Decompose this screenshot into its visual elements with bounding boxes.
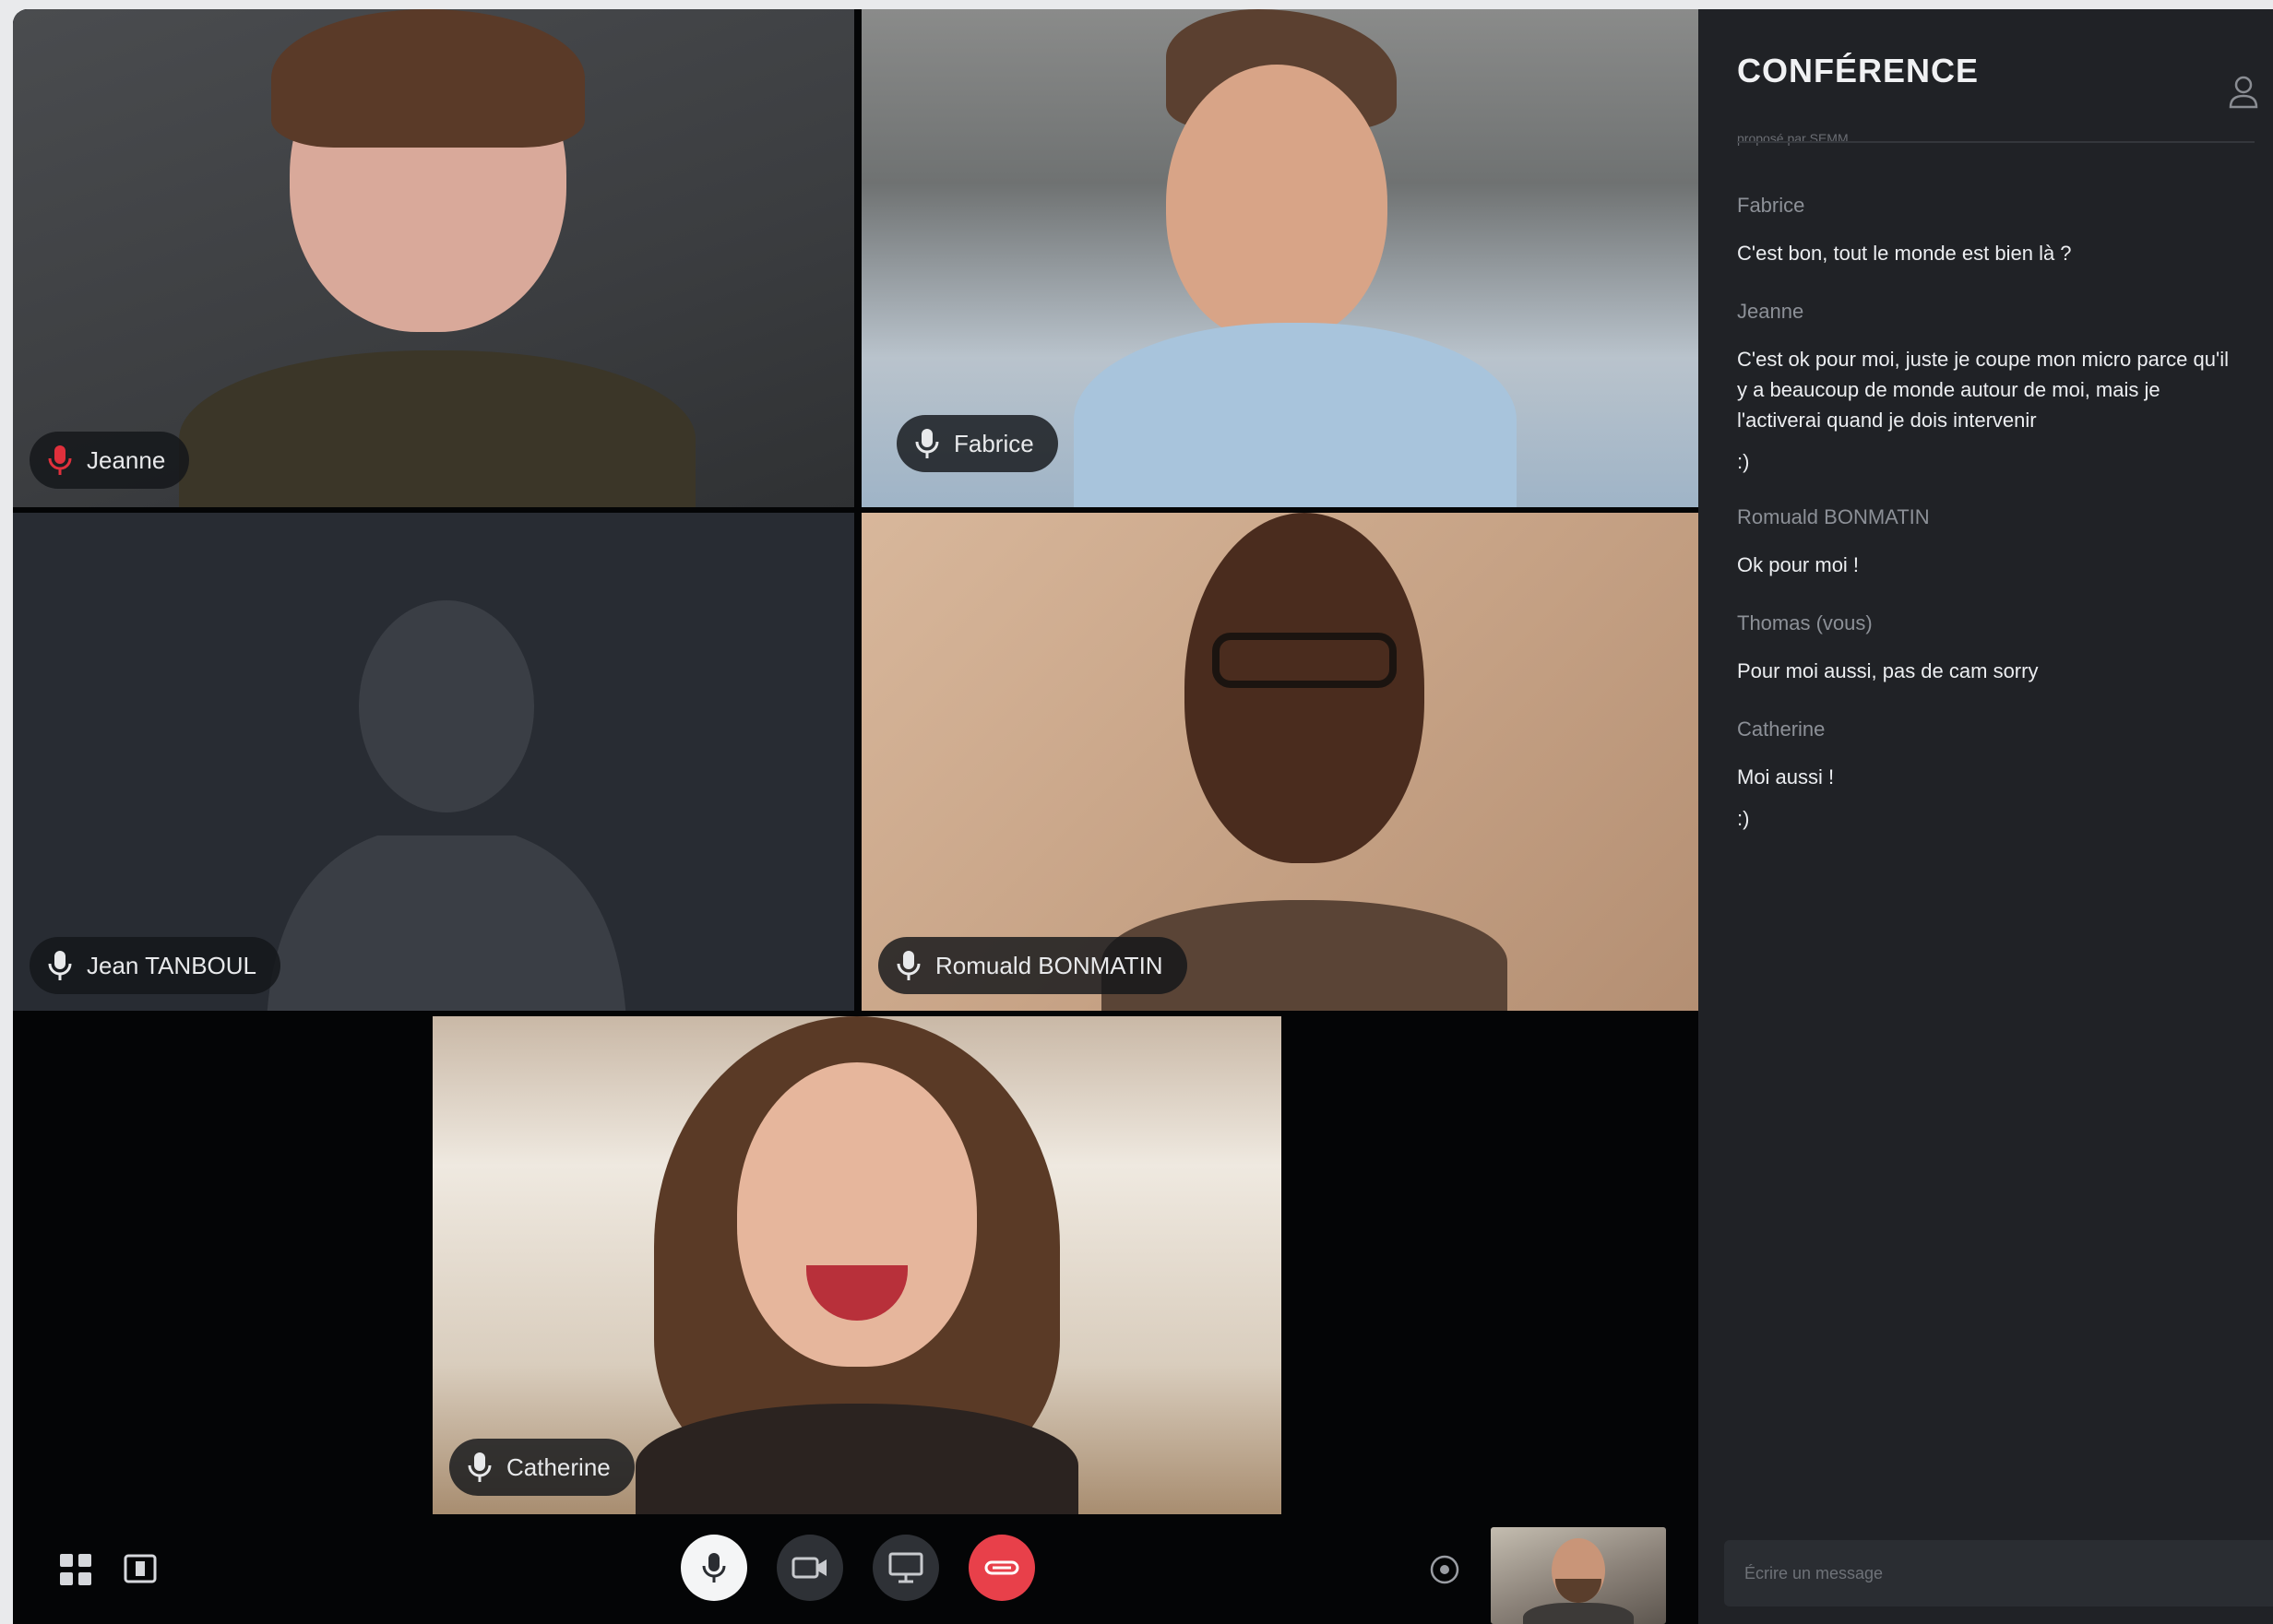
video-stage: Jeanne Fabrice Jean TANBOUL Romuald BONM… <box>13 9 1698 1624</box>
chat-message-input[interactable] <box>1724 1540 2273 1606</box>
message-author: Jeanne <box>1737 300 1804 323</box>
screen-share-icon <box>888 1552 923 1583</box>
message-author: Romuald BONMATIN <box>1737 505 1930 528</box>
screen-share-button[interactable] <box>873 1535 939 1601</box>
call-controls <box>13 1514 1698 1624</box>
mic-icon <box>897 951 921 980</box>
mic-muted-icon <box>48 445 72 475</box>
mic-icon <box>915 429 939 458</box>
message-text: Moi aussi ! <box>1737 765 1835 788</box>
message-emoji: :) <box>1737 807 1750 830</box>
self-preview-video[interactable] <box>1491 1527 1666 1624</box>
participant-video-catherine <box>599 1016 1115 1514</box>
grid-icon <box>60 1554 91 1585</box>
chat-messages: Fabrice C'est bon, tout le monde est bie… <box>1737 194 2244 862</box>
message-text: Pour moi aussi, pas de cam sorry <box>1737 659 2039 682</box>
chat-divider <box>1737 141 2255 143</box>
chat-message: Catherine Moi aussi ! :) <box>1737 717 2244 831</box>
grid-view-button[interactable] <box>57 1551 94 1588</box>
participant-video-fabrice <box>1065 9 1526 507</box>
mic-icon <box>702 1553 726 1583</box>
video-tile-jeanne[interactable]: Jeanne <box>13 9 854 507</box>
message-text: C'est bon, tout le monde est bien là ? <box>1737 242 2072 265</box>
participant-name: Fabrice <box>954 429 1034 457</box>
chat-message: Fabrice C'est bon, tout le monde est bie… <box>1737 194 2244 268</box>
settings-button[interactable] <box>1426 1551 1463 1588</box>
speaker-view-icon <box>124 1554 157 1583</box>
chat-title: CONFÉRENCE <box>1737 52 1980 89</box>
video-tile-catherine[interactable]: Catherine <box>433 1016 1281 1514</box>
message-text: Ok pour moi ! <box>1737 553 1860 576</box>
name-tag-jean-tanboul: Jean TANBOUL <box>30 937 281 994</box>
message-author: Thomas (vous) <box>1737 611 1873 634</box>
speaker-view-button[interactable] <box>122 1551 159 1588</box>
avatar-silhouette-icon <box>267 600 626 1011</box>
participants-icon[interactable] <box>2228 74 2259 111</box>
hang-up-icon <box>984 1560 1019 1575</box>
video-tile-jean-tanboul[interactable]: Jean TANBOUL <box>13 513 854 1011</box>
chat-panel: CONFÉRENCE proposé par SEMM Fabrice C'es… <box>1698 9 2273 1624</box>
mic-icon <box>468 1452 492 1482</box>
mic-icon <box>48 951 72 980</box>
participant-name: Jean TANBOUL <box>87 951 257 979</box>
chat-message: Thomas (vous) Pour moi aussi, pas de cam… <box>1737 611 2244 686</box>
chat-message: Jeanne C'est ok pour moi, juste je coupe… <box>1737 300 2244 474</box>
video-camera-icon <box>791 1557 827 1579</box>
name-tag-jeanne: Jeanne <box>30 432 190 489</box>
chat-message: Romuald BONMATIN Ok pour moi ! <box>1737 505 2244 580</box>
conference-app: Jeanne Fabrice Jean TANBOUL Romuald BONM… <box>13 9 2273 1624</box>
message-text: C'est ok pour moi, juste je coupe mon mi… <box>1737 348 2229 432</box>
camera-button[interactable] <box>777 1535 843 1601</box>
message-author: Catherine <box>1737 717 1826 741</box>
participant-name: Romuald BONMATIN <box>935 951 1163 979</box>
name-tag-fabrice: Fabrice <box>897 415 1058 472</box>
hang-up-button[interactable] <box>969 1535 1035 1601</box>
settings-icon <box>1430 1555 1459 1584</box>
participant-name: Jeanne <box>87 445 166 474</box>
video-tile-romuald-bonmatin[interactable]: Romuald BONMATIN <box>862 513 1698 1011</box>
name-tag-romuald-bonmatin: Romuald BONMATIN <box>878 937 1187 994</box>
name-tag-catherine: Catherine <box>449 1439 635 1496</box>
microphone-button[interactable] <box>681 1535 747 1601</box>
participant-video-jeanne <box>161 9 714 507</box>
message-author: Fabrice <box>1737 194 1805 217</box>
video-tile-fabrice[interactable]: Fabrice <box>862 9 1698 507</box>
message-emoji: :) <box>1737 450 1750 473</box>
participant-video-romuald <box>1065 513 1544 1011</box>
participant-name: Catherine <box>506 1452 611 1481</box>
chat-subtitle: proposé par SEMM <box>1737 131 1849 146</box>
